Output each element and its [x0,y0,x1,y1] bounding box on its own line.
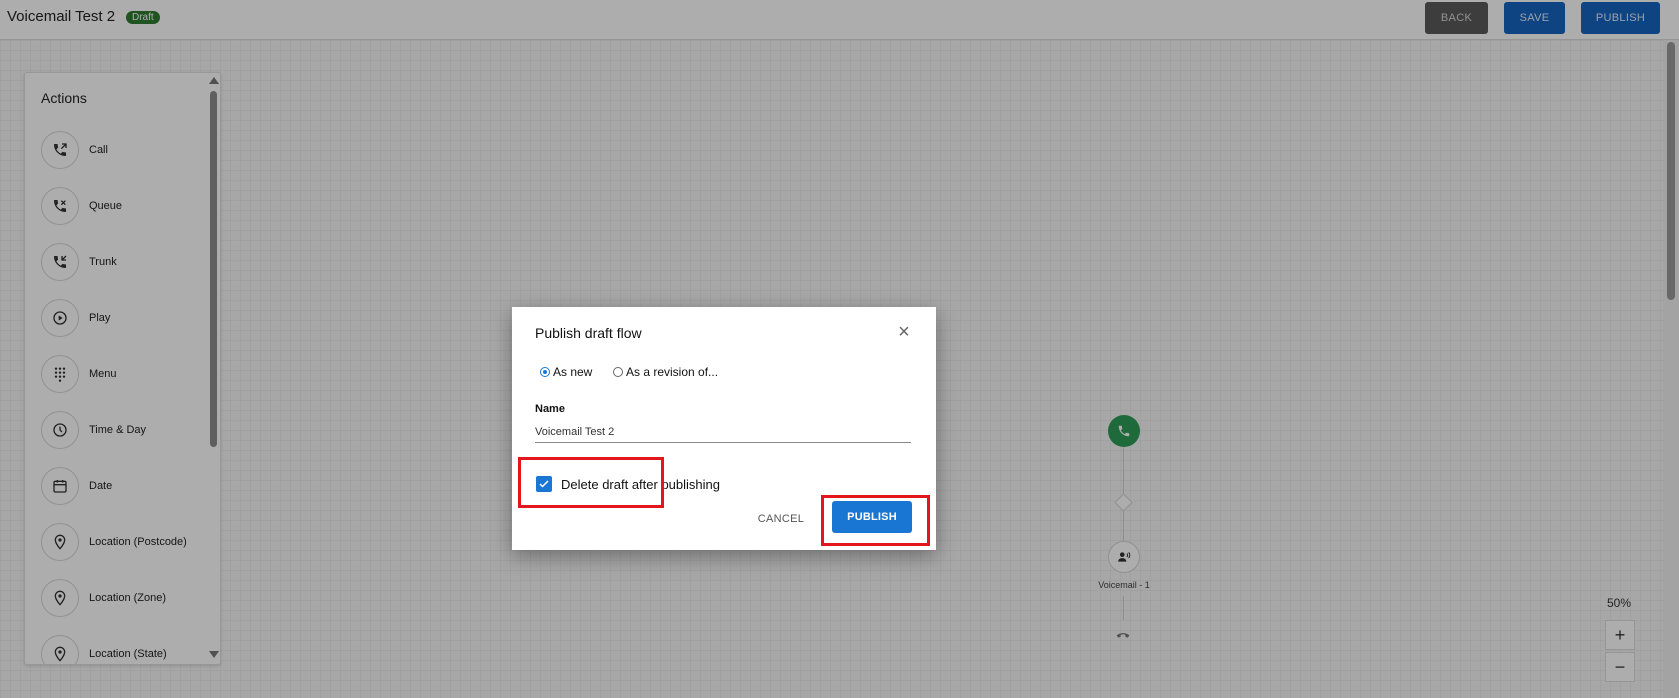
radio-button[interactable] [613,367,623,377]
radio-button-checked[interactable] [540,367,550,377]
publish-button[interactable]: PUBLISH [832,501,912,533]
radio-label: As a revision of... [626,365,719,379]
radio-label: As new [553,365,593,379]
name-input[interactable] [535,421,911,443]
dialog-title: Publish draft flow [535,325,642,341]
publish-dialog: Publish draft flow × As new As a revisio… [512,307,936,550]
cancel-button[interactable]: CANCEL [757,506,805,532]
close-icon[interactable]: × [892,320,916,344]
name-label: Name [535,403,565,415]
delete-draft-label: Delete draft after publishing [561,476,720,492]
checkmark-icon [539,480,549,488]
delete-draft-checkbox-row[interactable]: Delete draft after publishing [536,476,720,492]
radio-as-revision[interactable]: As a revision of... [613,365,718,379]
delete-draft-checkbox[interactable] [536,476,552,492]
radio-as-new[interactable]: As new [540,365,592,379]
